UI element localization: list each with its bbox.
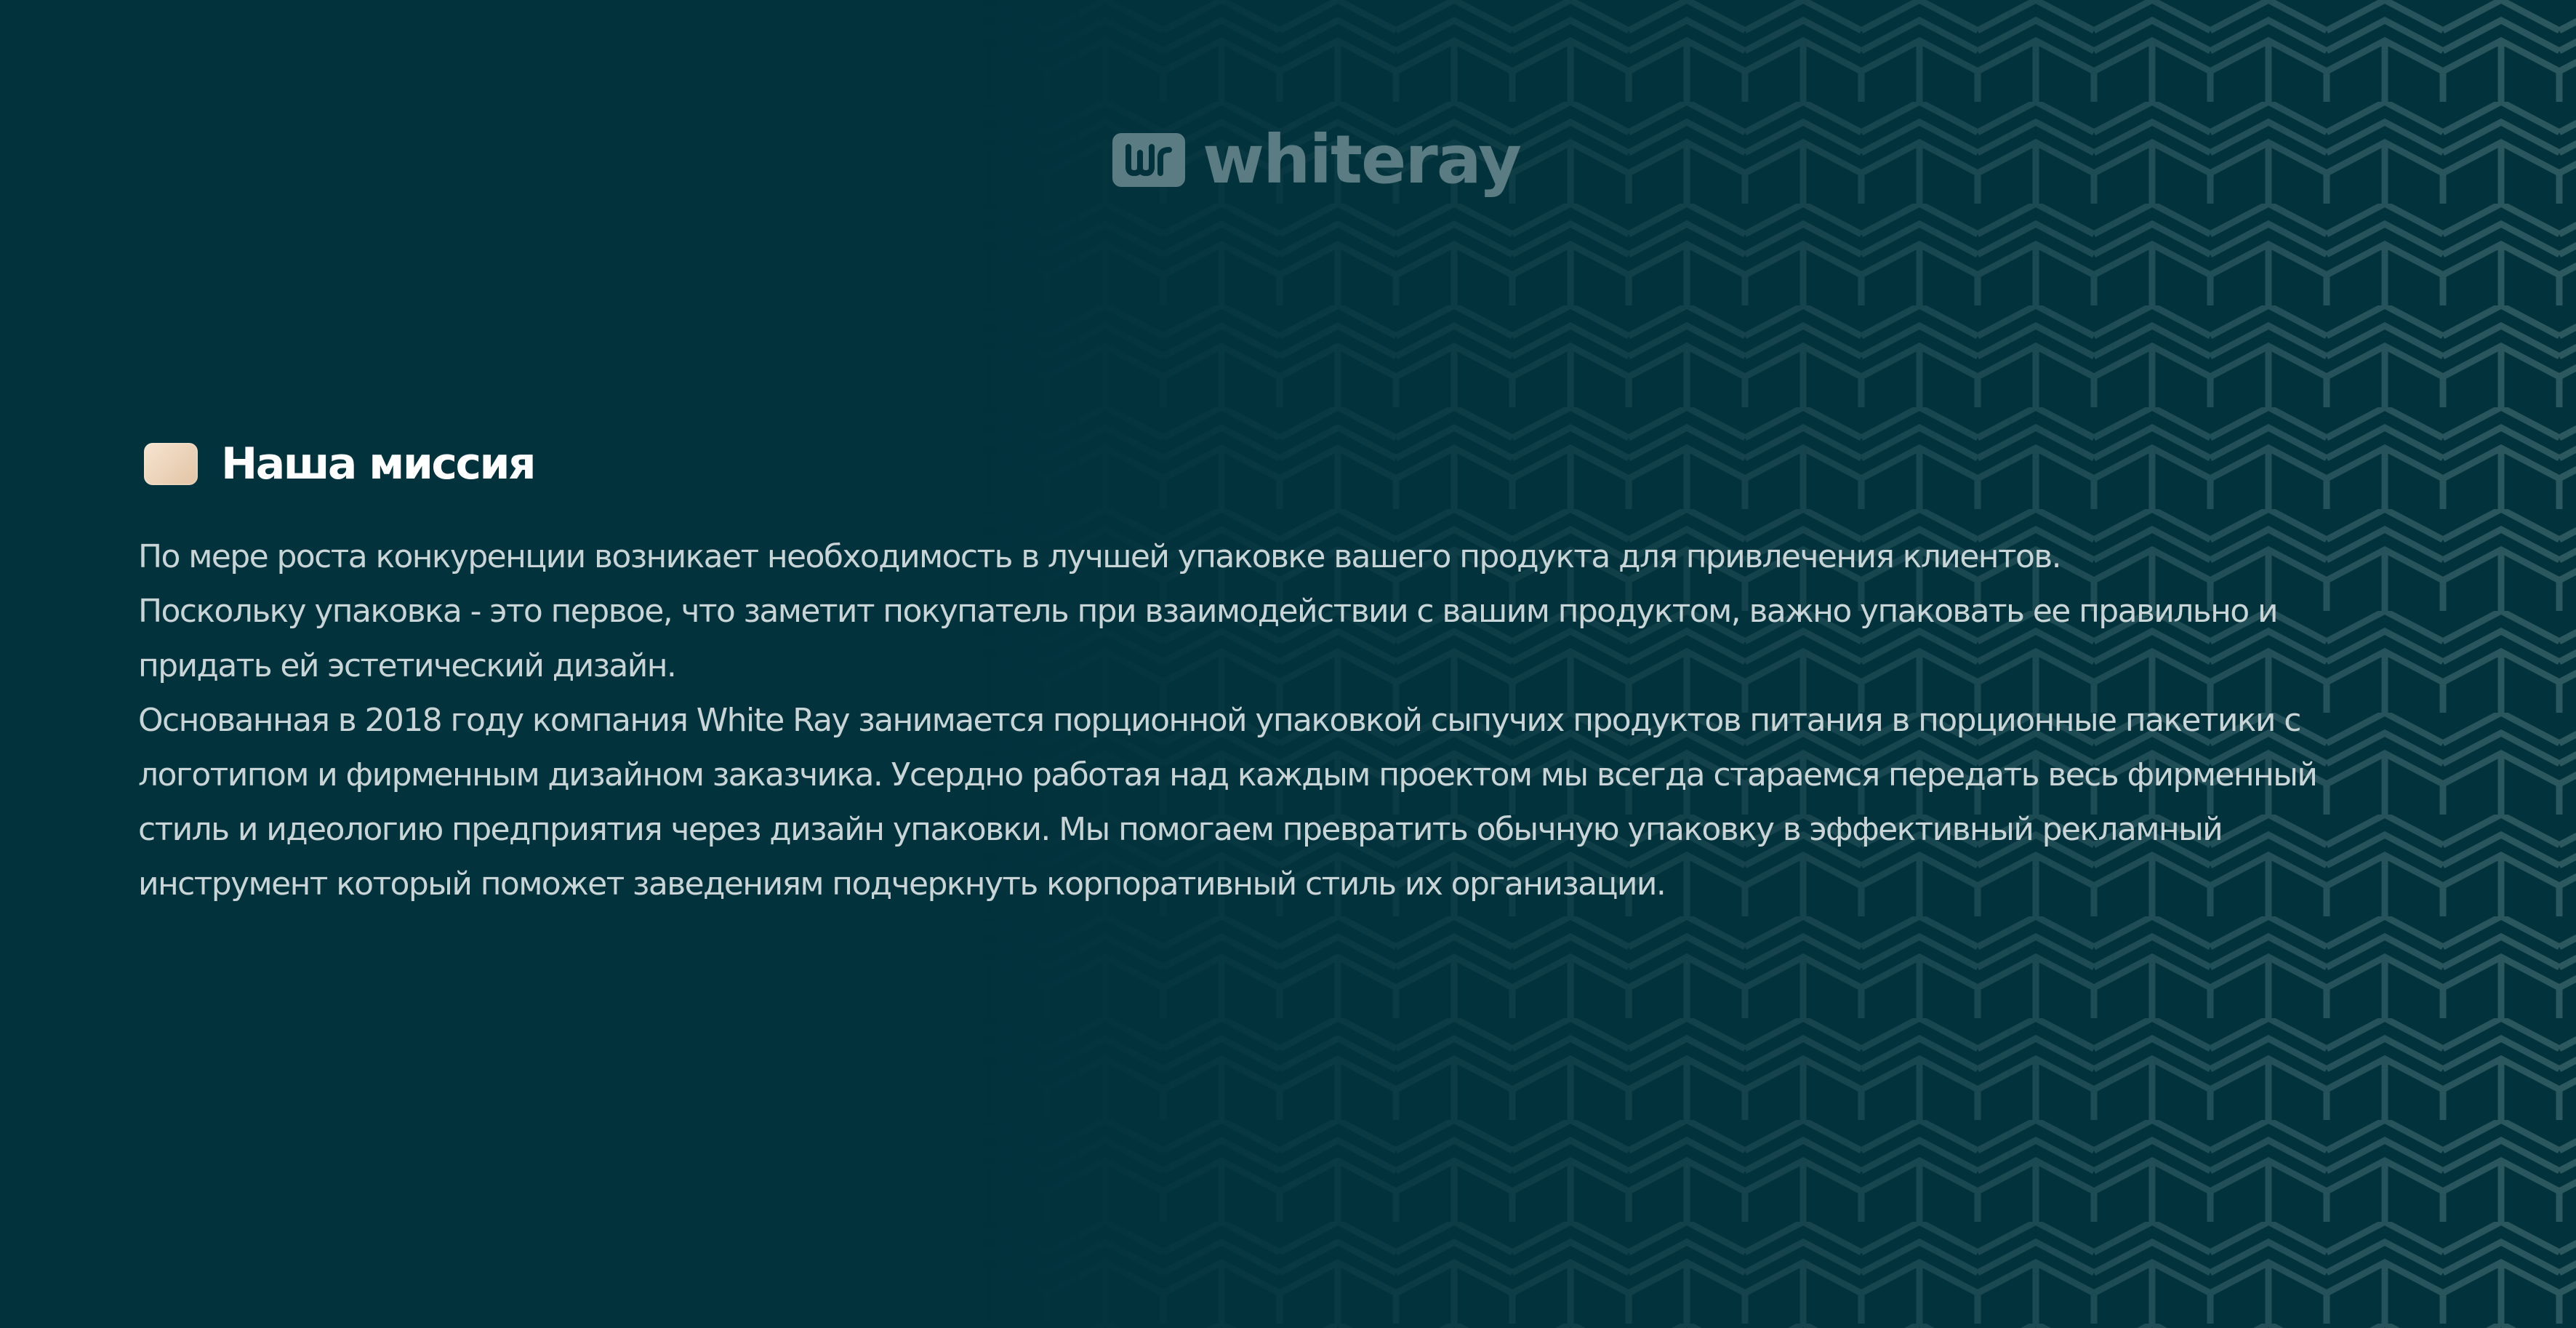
whiteray-logo-mark-icon bbox=[1112, 133, 1185, 187]
mission-paragraph: Поскольку упаковка - это первое, что зам… bbox=[138, 593, 2279, 684]
mission-slide: whiteray Наша миссия По мере роста конку… bbox=[0, 0, 2576, 1328]
mission-description: По мере роста конкуренции возникает необ… bbox=[138, 529, 2378, 911]
heading-accent-swatch bbox=[144, 443, 198, 485]
section-title: Наша миссия bbox=[221, 439, 537, 489]
whiteray-logo: whiteray bbox=[1112, 121, 1522, 199]
logo-wordmark: whiteray bbox=[1203, 121, 1522, 199]
mission-paragraph: Основанная в 2018 году компания White Ra… bbox=[138, 702, 2318, 903]
mission-paragraph: По мере роста конкуренции возникает необ… bbox=[138, 538, 2062, 575]
section-heading: Наша миссия bbox=[144, 433, 537, 495]
